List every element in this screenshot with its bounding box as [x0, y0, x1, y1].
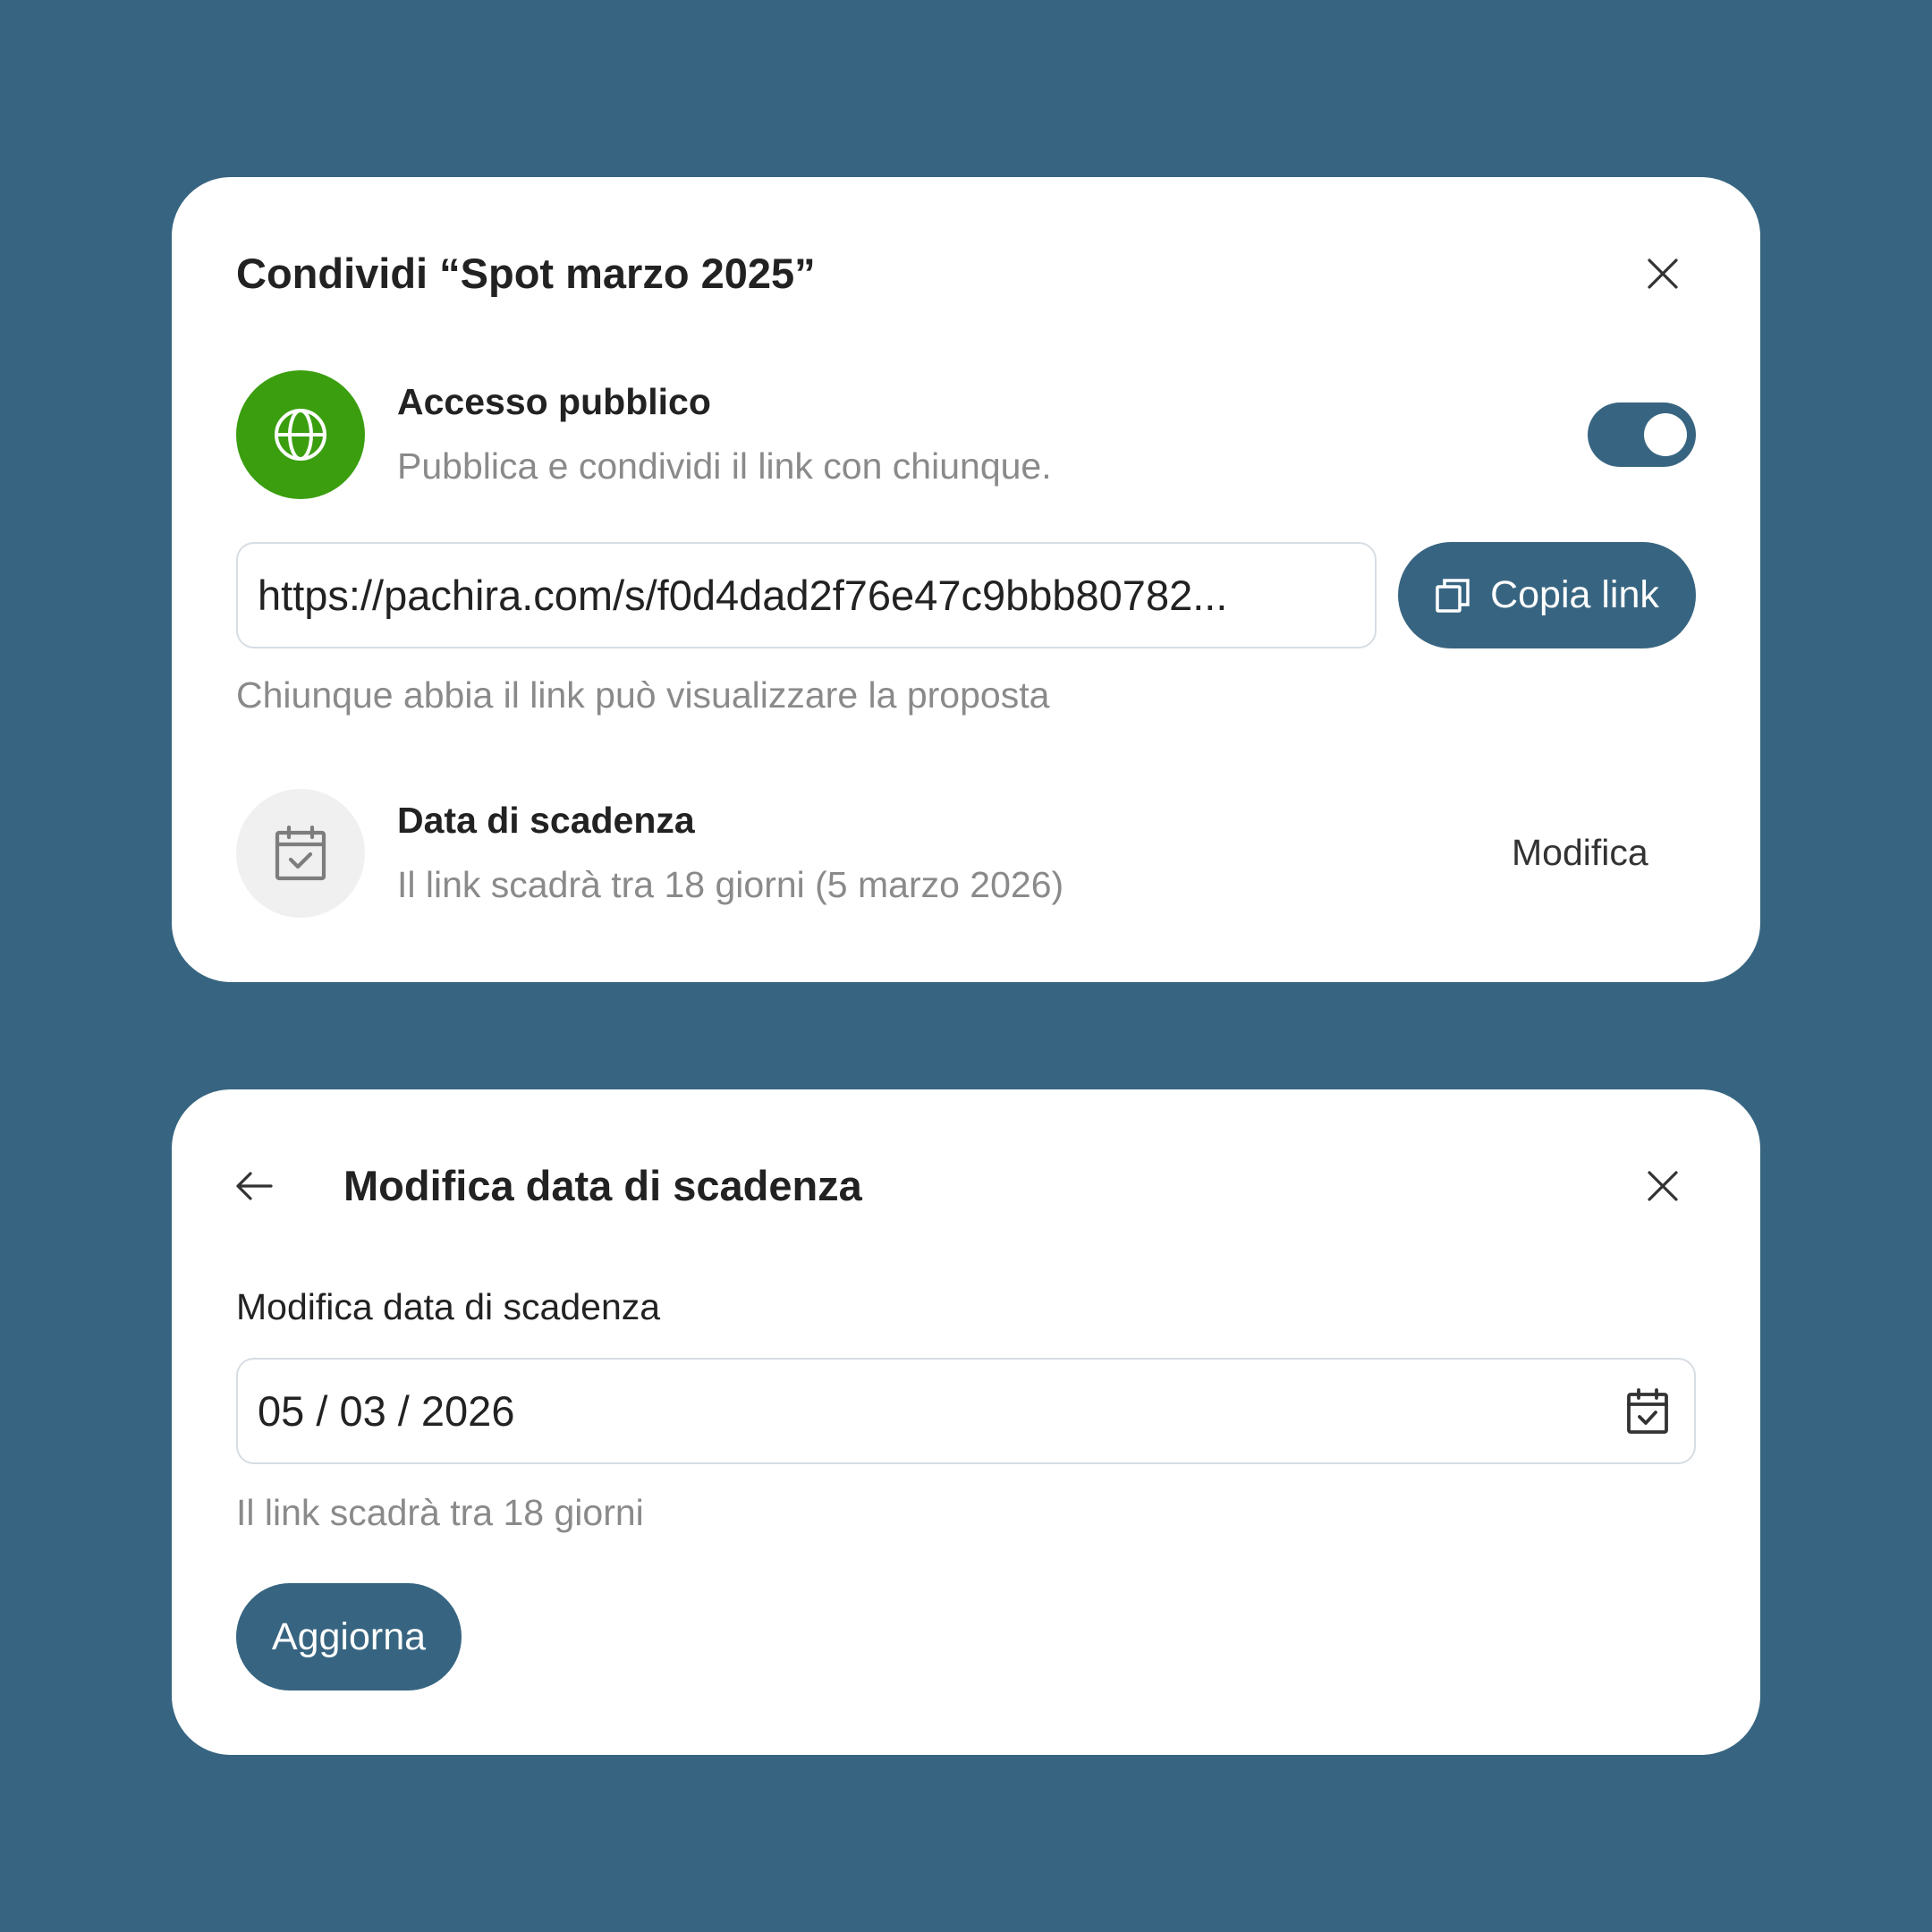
- date-input[interactable]: 05 / 03 / 2026: [236, 1358, 1696, 1464]
- back-button[interactable]: [225, 1157, 283, 1215]
- copy-link-label: Copia link: [1490, 573, 1659, 616]
- date-field-label: Modifica data di scadenza: [236, 1286, 661, 1327]
- calendar-icon: [275, 826, 326, 881]
- public-access-toggle[interactable]: [1588, 402, 1696, 467]
- public-access-description: Pubblica e condividi il link con chiunqu…: [397, 445, 1052, 487]
- close-icon: [1648, 1171, 1678, 1201]
- close-button[interactable]: [1634, 1157, 1691, 1215]
- share-link-field[interactable]: https://pachira.com/s/f0d4dad2f76e47c9bb…: [236, 542, 1377, 648]
- calendar-icon[interactable]: [1626, 1388, 1669, 1435]
- update-button[interactable]: Aggiorna: [236, 1583, 462, 1690]
- expiry-dialog: Modifica data di scadenza Modifica data …: [172, 1089, 1760, 1755]
- date-hint: Il link scadrà tra 18 giorni: [236, 1492, 644, 1533]
- share-dialog-title: Condividi “Spot marzo 2025”: [236, 250, 816, 297]
- expiry-badge: [236, 789, 365, 918]
- arrow-left-icon: [236, 1172, 273, 1200]
- expiry-dialog-title: Modifica data di scadenza: [343, 1162, 862, 1209]
- date-input-value: 05 / 03 / 2026: [258, 1387, 515, 1435]
- toggle-knob: [1644, 413, 1687, 456]
- copy-icon: [1436, 578, 1470, 613]
- expiry-description: Il link scadrà tra 18 giorni (5 marzo 20…: [397, 864, 1064, 905]
- share-dialog: Condividi “Spot marzo 2025” Accesso pubb…: [172, 177, 1760, 982]
- copy-link-button[interactable]: Copia link: [1398, 542, 1696, 648]
- public-access-badge: [236, 370, 365, 499]
- globe-icon: [275, 409, 326, 461]
- share-link-hint: Chiunque abbia il link può visualizzare …: [236, 674, 1050, 716]
- edit-expiry-button[interactable]: Modifica: [1512, 832, 1648, 874]
- close-button[interactable]: [1634, 245, 1691, 302]
- update-button-label: Aggiorna: [271, 1614, 427, 1658]
- public-access-title: Accesso pubblico: [397, 381, 711, 422]
- share-link-value: https://pachira.com/s/f0d4dad2f76e47c9bb…: [258, 572, 1228, 619]
- expiry-title: Data di scadenza: [397, 800, 695, 841]
- close-icon: [1648, 258, 1678, 289]
